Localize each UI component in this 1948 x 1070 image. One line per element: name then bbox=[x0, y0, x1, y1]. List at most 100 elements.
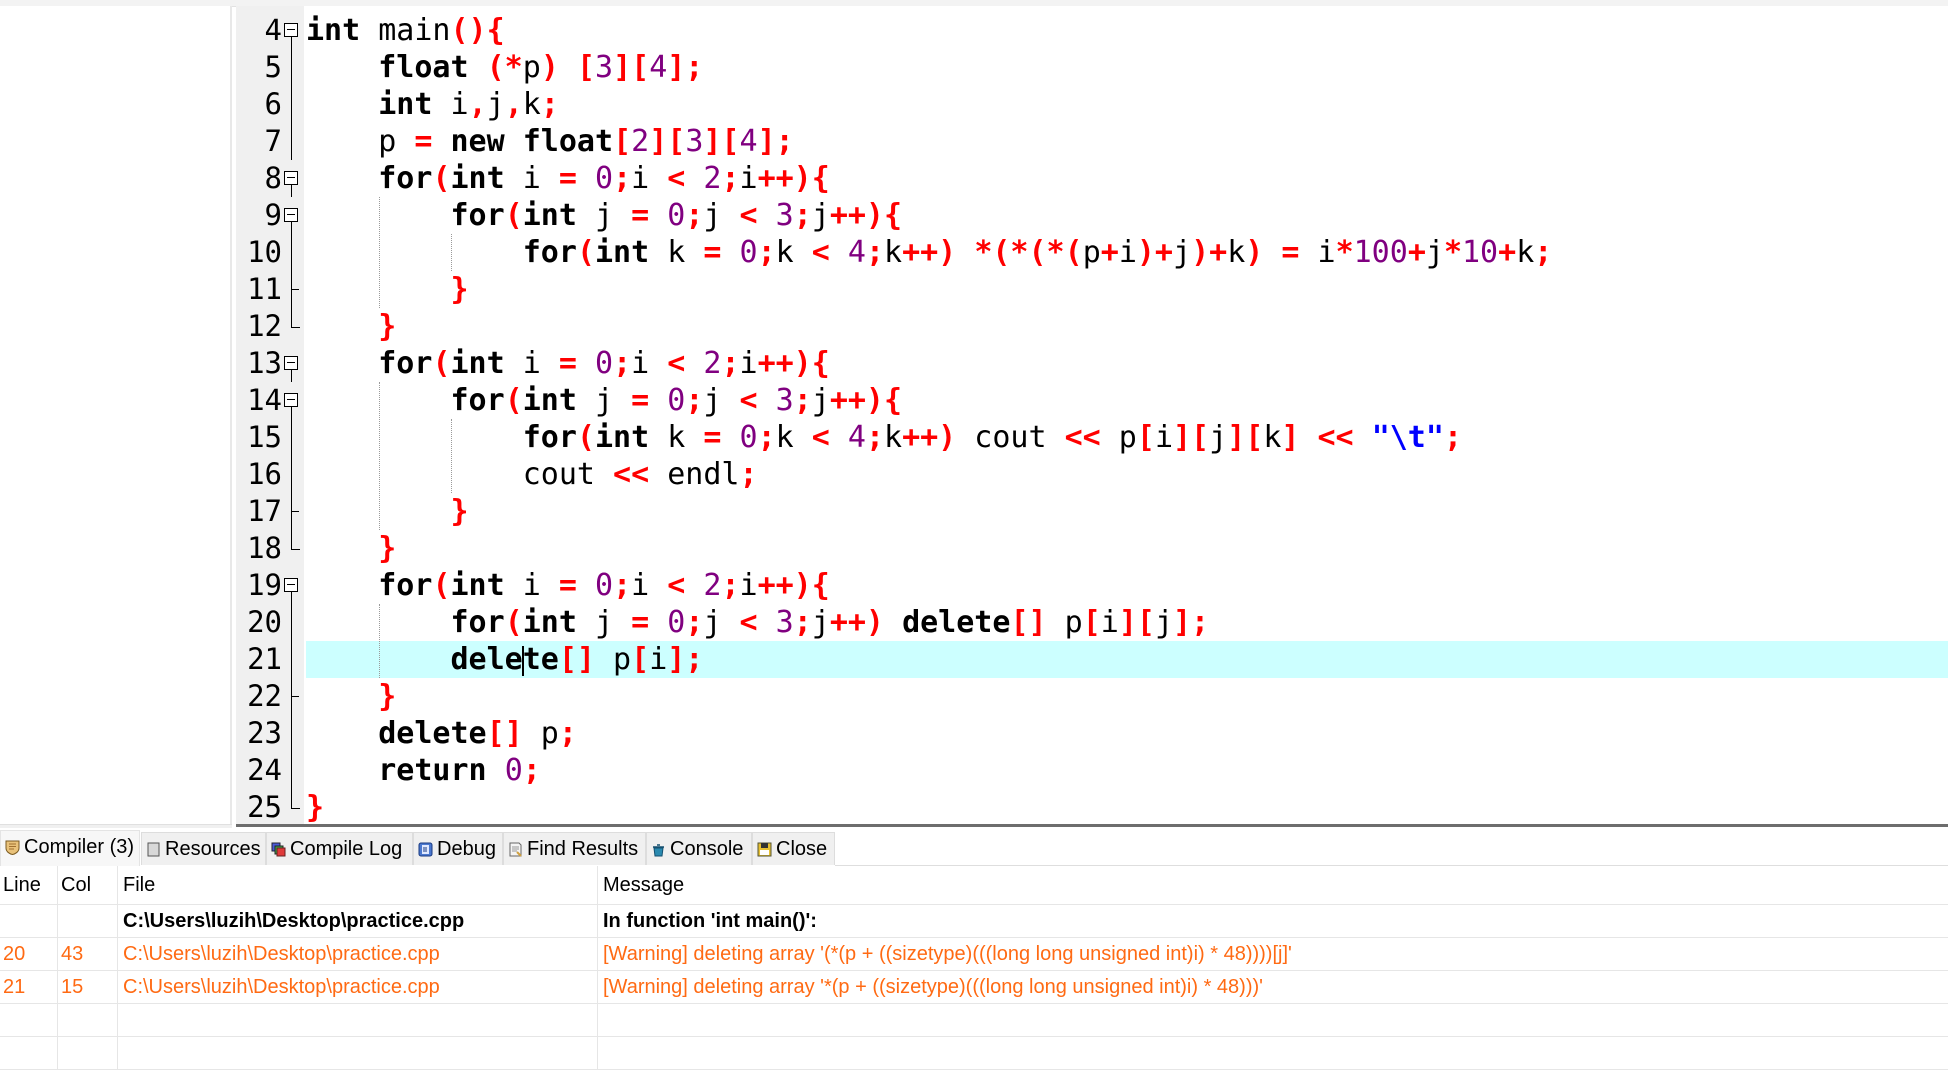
code-text[interactable]: for(int j = 0;j < 3;j++){ bbox=[306, 382, 903, 419]
tab-compile-log[interactable]: Compile Log bbox=[266, 832, 413, 865]
fold-toggle-icon[interactable] bbox=[284, 171, 298, 185]
code-token: p bbox=[595, 642, 632, 677]
code-line[interactable]: 14 for(int j = 0;j < 3;j++){ bbox=[247, 382, 1948, 419]
code-line[interactable]: 19 for(int i = 0;i < 2;i++){ bbox=[247, 567, 1948, 604]
code-token: << bbox=[1317, 420, 1354, 455]
code-token: j bbox=[1173, 235, 1192, 270]
header-file[interactable]: File bbox=[117, 866, 597, 904]
code-text[interactable]: for(int k = 0;k < 4;k++) *(*(*(p+i)+j)+k… bbox=[306, 234, 1553, 271]
code-line[interactable]: 17 } bbox=[247, 493, 1948, 530]
fold-toggle-icon[interactable] bbox=[284, 393, 298, 407]
tab-console[interactable]: Console bbox=[646, 832, 752, 865]
code-text[interactable]: for(int k = 0;k < 4;k++) cout << p[i][j]… bbox=[306, 419, 1462, 456]
table-row[interactable]: C:\Users\luzih\Desktop\practice.cpp In fu… bbox=[0, 905, 1948, 938]
tab-close[interactable]: Close bbox=[752, 832, 835, 865]
code-text[interactable]: } bbox=[306, 308, 396, 345]
code-token: = bbox=[414, 124, 433, 159]
header-line[interactable]: Line bbox=[0, 866, 57, 904]
code-text[interactable]: } bbox=[306, 530, 396, 567]
code-line[interactable]: 9 for(int j = 0;j < 3;j++){ bbox=[265, 197, 1948, 234]
code-text[interactable]: return 0; bbox=[306, 752, 541, 789]
code-token: 2 bbox=[631, 124, 650, 159]
code-line[interactable]: 5 float (*p) [3][4]; bbox=[265, 49, 1948, 86]
header-col[interactable]: Col bbox=[57, 866, 117, 904]
code-area[interactable]: 4 int main(){5 float (*p) [3][4]; 6 int i,… bbox=[247, 12, 1948, 824]
code-text[interactable]: delete[] p; bbox=[306, 715, 577, 752]
code-text[interactable]: int main(){ bbox=[306, 12, 505, 49]
code-line[interactable]: 11 } bbox=[247, 271, 1948, 308]
tab-resources[interactable]: Resources bbox=[141, 832, 266, 865]
left-splitter[interactable] bbox=[0, 824, 232, 828]
code-token: ]; bbox=[667, 50, 704, 85]
tab-debug[interactable]: Debug bbox=[413, 832, 503, 865]
code-token: } bbox=[450, 272, 469, 307]
fold-end-marker bbox=[291, 789, 300, 809]
header-message[interactable]: Message bbox=[597, 866, 1948, 904]
console-icon bbox=[651, 835, 666, 857]
fold-toggle-icon[interactable] bbox=[284, 356, 298, 370]
editor-splitter[interactable] bbox=[236, 824, 1948, 827]
line-number: 22 bbox=[247, 679, 282, 713]
code-token: < bbox=[667, 161, 686, 196]
code-line[interactable]: 21 delete[] p[i]; bbox=[247, 641, 1948, 678]
code-token: i bbox=[1299, 235, 1336, 270]
fold-end-marker bbox=[291, 289, 299, 290]
code-text[interactable]: for(int i = 0;i < 2;i++){ bbox=[306, 160, 830, 197]
code-text[interactable]: p = new float[2][3][4]; bbox=[306, 123, 793, 160]
fold-toggle-icon[interactable] bbox=[284, 578, 298, 592]
code-token: ][ bbox=[1173, 420, 1210, 455]
code-text[interactable]: cout << endl; bbox=[306, 456, 758, 493]
code-line[interactable]: 20 for(int j = 0;j < 3;j++) delete[] p[i… bbox=[247, 604, 1948, 641]
code-text[interactable]: } bbox=[306, 678, 396, 715]
code-line[interactable]: 13 for(int i = 0;i < 2;i++){ bbox=[247, 345, 1948, 382]
code-text[interactable]: float (*p) [3][4]; bbox=[306, 49, 703, 86]
code-editor[interactable]: 4 int main(){5 float (*p) [3][4]; 6 int i,… bbox=[236, 6, 1948, 824]
code-token: i bbox=[504, 568, 559, 603]
code-text[interactable]: for(int j = 0;j < 3;j++) delete[] p[i][j… bbox=[306, 604, 1210, 641]
code-line[interactable]: 16 cout << endl; bbox=[247, 456, 1948, 493]
code-token: + bbox=[1498, 235, 1517, 270]
code-text[interactable]: delete[] p[i]; bbox=[306, 641, 704, 678]
table-row[interactable]: 20 43 C:\Users\luzih\Desktop\practice.cpp[… bbox=[0, 938, 1948, 971]
code-line[interactable]: 25} bbox=[247, 789, 1948, 824]
code-token: ; bbox=[522, 753, 541, 788]
code-line[interactable]: 4 int main(){ bbox=[265, 12, 1948, 49]
table-row[interactable] bbox=[0, 1004, 1948, 1037]
code-line[interactable]: 10 for(int k = 0;k < 4;k++) *(*(*(p+i)+j… bbox=[247, 234, 1948, 271]
fold-guide-line bbox=[291, 185, 292, 197]
cell-message: [Warning] deleting array '*(p + ((sizety… bbox=[597, 971, 1948, 1003]
code-text[interactable]: } bbox=[306, 271, 469, 308]
code-token: i bbox=[739, 161, 758, 196]
table-row[interactable]: 21 15 C:\Users\luzih\Desktop\practice.cpp[… bbox=[0, 971, 1948, 1004]
code-text[interactable]: int i,j,k; bbox=[306, 86, 559, 123]
code-token: 0 bbox=[739, 420, 758, 455]
code-token: k bbox=[775, 420, 812, 455]
code-line[interactable]: 23 delete[] p; bbox=[247, 715, 1948, 752]
code-text[interactable]: for(int j = 0;j < 3;j++){ bbox=[306, 197, 903, 234]
code-line[interactable]: 15 for(int k = 0;k < 4;k++) cout << p[i]… bbox=[247, 419, 1948, 456]
code-line[interactable]: 6 int i,j,k; bbox=[265, 86, 1948, 123]
code-line[interactable]: 24 return 0; bbox=[247, 752, 1948, 789]
code-text[interactable]: } bbox=[306, 789, 324, 824]
project-browser-panel[interactable] bbox=[0, 6, 232, 824]
code-text[interactable]: for(int i = 0;i < 2;i++){ bbox=[306, 567, 830, 604]
code-line[interactable]: 12 } bbox=[247, 308, 1948, 345]
line-number: 8 bbox=[264, 161, 282, 195]
code-token: int bbox=[378, 87, 433, 122]
tab-compiler-3[interactable]: Compiler (3) bbox=[0, 830, 140, 866]
code-line[interactable]: 18 } bbox=[247, 530, 1948, 567]
code-line[interactable]: 8 for(int i = 0;i < 2;i++){ bbox=[265, 160, 1948, 197]
code-line[interactable]: 22 } bbox=[247, 678, 1948, 715]
fold-toggle-icon[interactable] bbox=[284, 23, 298, 37]
code-text[interactable]: for(int i = 0;i < 2;i++){ bbox=[306, 345, 830, 382]
fold-toggle-icon[interactable] bbox=[284, 208, 298, 222]
tab-find-results[interactable]: Find Results bbox=[503, 832, 646, 865]
code-text[interactable]: } bbox=[306, 493, 469, 530]
code-token: k bbox=[522, 87, 541, 122]
code-line[interactable]: 7 p = new float[2][3][4]; bbox=[265, 123, 1948, 160]
